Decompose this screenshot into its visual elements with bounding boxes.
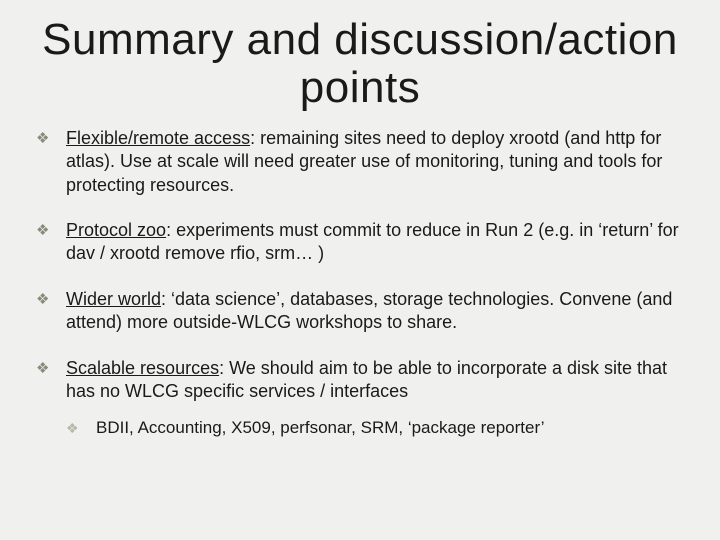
list-item: BDII, Accounting, X509, perfsonar, SRM, … xyxy=(66,417,684,439)
bullet-list: Flexible/remote access: remaining sites … xyxy=(36,127,684,440)
slide-title: Summary and discussion/action points xyxy=(36,16,684,113)
slide: Summary and discussion/action points Fle… xyxy=(0,0,720,540)
bullet-lead: Flexible/remote access xyxy=(66,128,250,148)
list-item: Wider world: ‘data science’, databases, … xyxy=(36,288,684,335)
list-item: Flexible/remote access: remaining sites … xyxy=(36,127,684,197)
list-item: Protocol zoo: experiments must commit to… xyxy=(36,219,684,266)
sub-bullet-list: BDII, Accounting, X509, perfsonar, SRM, … xyxy=(66,417,684,439)
list-item: Scalable resources: We should aim to be … xyxy=(36,357,684,440)
sub-bullet-text: BDII, Accounting, X509, perfsonar, SRM, … xyxy=(96,418,545,437)
bullet-lead: Scalable resources xyxy=(66,358,219,378)
bullet-lead: Wider world xyxy=(66,289,161,309)
bullet-lead: Protocol zoo xyxy=(66,220,166,240)
